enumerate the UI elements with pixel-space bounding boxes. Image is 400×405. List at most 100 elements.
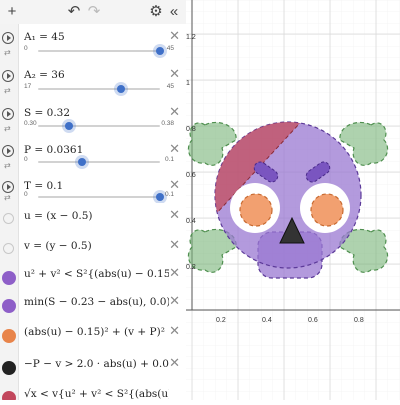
expression-row[interactable]: √x < v{u² + v² < S²{(abs(u) −	[0, 381, 186, 400]
play-icon[interactable]	[2, 181, 14, 193]
row-gutter	[0, 319, 19, 351]
eye-right	[310, 193, 344, 227]
slider[interactable]: 0 0.1	[24, 156, 174, 167]
row-gutter	[0, 261, 19, 289]
x-tick-label: 0.8	[354, 317, 364, 324]
slider-min[interactable]: 0	[24, 156, 28, 163]
expression-row[interactable]: ⇄ P = 0.0361 ✕ 0 0.1	[0, 137, 186, 174]
color-swatch-icon[interactable]	[2, 329, 16, 343]
expression-row[interactable]: u = (x − 0.5) ✕	[0, 203, 186, 234]
slider-track[interactable]	[38, 47, 164, 55]
row-gutter	[0, 289, 19, 319]
slider-max[interactable]: 0.1	[165, 191, 174, 198]
redo-icon[interactable]: ↷	[84, 2, 104, 22]
delete-icon[interactable]: ✕	[169, 355, 180, 371]
expression-text[interactable]: T = 0.1	[24, 180, 169, 192]
graph-svg[interactable]: 0.2 0.4 0.6 0.8 0.2 0.4 0.6 0.8 1 1.2	[186, 0, 400, 400]
y-tick-label: 1	[186, 80, 190, 87]
slider-knob[interactable]	[116, 85, 125, 93]
expression-row[interactable]: (abs(u) − 0.15)² + (v + P)² < 0 ✕	[0, 319, 186, 352]
gear-icon[interactable]: ⚙	[146, 2, 166, 22]
delete-icon[interactable]: ✕	[169, 207, 180, 223]
expression-row[interactable]: v = (y − 0.5) ✕	[0, 233, 186, 262]
slider-min[interactable]: 0.30	[24, 120, 37, 127]
slider-track[interactable]	[38, 158, 160, 166]
slider[interactable]: 0 0.1	[24, 191, 174, 202]
delete-icon[interactable]: ✕	[169, 66, 180, 82]
slider-max[interactable]: 0.1	[165, 156, 174, 163]
y-tick-label: 0.2	[186, 264, 196, 271]
expression-text[interactable]: A₂ = 36	[24, 69, 169, 81]
expression-row[interactable]: min(S − 0.23 − abs(u), 0.0)⁴ +₁ ✕	[0, 289, 186, 320]
swap-icon[interactable]: ⇄	[4, 161, 11, 170]
swap-icon[interactable]: ⇄	[4, 48, 11, 57]
delete-icon[interactable]: ✕	[169, 28, 180, 44]
slider[interactable]: 0.30 0.38	[24, 120, 174, 131]
expression-text[interactable]: u = (x − 0.5)	[24, 210, 169, 222]
play-icon[interactable]	[2, 145, 14, 157]
expression-text[interactable]: S = 0.32	[24, 107, 169, 119]
slider-min[interactable]: 0	[24, 45, 28, 52]
slider-knob[interactable]	[64, 122, 73, 130]
slider-knob[interactable]	[156, 47, 164, 55]
swap-icon[interactable]: ⇄	[4, 193, 11, 202]
y-tick-label: 0.4	[186, 218, 196, 225]
expression-row[interactable]: ⇄ A₂ = 36 ✕ 17 45	[0, 62, 186, 101]
expression-text[interactable]: (abs(u) − 0.15)² + (v + P)² < 0	[24, 326, 169, 338]
expression-text[interactable]: v = (y − 0.5)	[24, 240, 169, 252]
expression-row[interactable]: ⇄ T = 0.1 ✕ 0 0.1	[0, 173, 186, 204]
slider[interactable]: 0 45	[24, 45, 174, 56]
play-icon[interactable]	[2, 70, 14, 82]
delete-icon[interactable]: ✕	[169, 323, 180, 339]
delete-icon[interactable]: ✕	[169, 104, 180, 120]
y-tick-label: 1.2	[186, 34, 196, 41]
slider-knob[interactable]	[77, 158, 86, 166]
slider-knob[interactable]	[156, 193, 164, 201]
play-icon[interactable]	[2, 32, 14, 44]
slider-track[interactable]	[38, 85, 160, 93]
row-gutter: ⇄	[0, 24, 19, 62]
slider-min[interactable]: 0	[24, 191, 28, 198]
delete-icon[interactable]: ✕	[169, 265, 180, 281]
expression-row[interactable]: ⇄ S = 0.32 ✕ 0.30 0.38	[0, 100, 186, 138]
expression-text[interactable]: −P − v > 2.0 · abs(u) + 0.05{−P	[24, 358, 169, 370]
graph-canvas[interactable]: 0.2 0.4 0.6 0.8 0.2 0.4 0.6 0.8 1 1.2	[186, 0, 400, 400]
expression-text[interactable]: A₁ = 45	[24, 31, 169, 43]
color-swatch-icon[interactable]	[2, 271, 16, 285]
hidden-graph-icon[interactable]	[3, 213, 14, 224]
slider-max[interactable]: 0.38	[161, 120, 174, 127]
slider-track[interactable]	[38, 193, 164, 201]
expression-text[interactable]: √x < v{u² + v² < S²{(abs(u) −	[24, 388, 169, 400]
delete-icon[interactable]: ✕	[169, 141, 180, 157]
x-tick-label: 0.2	[216, 317, 226, 324]
plus-icon[interactable]: +	[2, 2, 22, 22]
expression-row[interactable]: u² + v² < S²{(abs(u) − 0.15)² + ✕	[0, 261, 186, 290]
undo-icon[interactable]: ↶	[64, 2, 84, 22]
expression-text[interactable]: P = 0.0361	[24, 144, 169, 156]
swap-icon[interactable]: ⇄	[4, 86, 11, 95]
row-gutter: ⇄	[0, 137, 19, 173]
slider-max[interactable]: 45	[167, 83, 174, 90]
expression-row[interactable]: ⇄ A₁ = 45 ✕ 0 45	[0, 24, 186, 63]
slider-min[interactable]: 17	[24, 83, 31, 90]
color-swatch-icon[interactable]	[2, 299, 16, 313]
double-chevron-left-icon[interactable]: «	[164, 2, 184, 22]
hidden-graph-icon[interactable]	[3, 243, 14, 254]
expression-text[interactable]: min(S − 0.23 − abs(u), 0.0)⁴ +₁	[24, 296, 169, 308]
slider-max[interactable]: 45	[167, 45, 174, 52]
expression-text[interactable]: u² + v² < S²{(abs(u) − 0.15)² +	[24, 268, 169, 280]
slider-track[interactable]	[38, 122, 160, 130]
slider[interactable]: 17 45	[24, 83, 174, 94]
row-gutter	[0, 351, 19, 381]
color-swatch-icon[interactable]	[2, 361, 16, 375]
expression-row[interactable]: −P − v > 2.0 · abs(u) + 0.05{−P ✕	[0, 351, 186, 382]
eye-left	[239, 193, 273, 227]
x-tick-label: 0.4	[262, 317, 272, 324]
delete-icon[interactable]: ✕	[169, 293, 180, 309]
row-gutter: ⇄	[0, 100, 19, 137]
delete-icon[interactable]: ✕	[169, 237, 180, 253]
swap-icon[interactable]: ⇄	[4, 124, 11, 133]
play-icon[interactable]	[2, 108, 14, 120]
toolbar: + ↶ ↷ ⚙ «	[0, 0, 186, 25]
color-swatch-icon[interactable]	[2, 391, 16, 400]
